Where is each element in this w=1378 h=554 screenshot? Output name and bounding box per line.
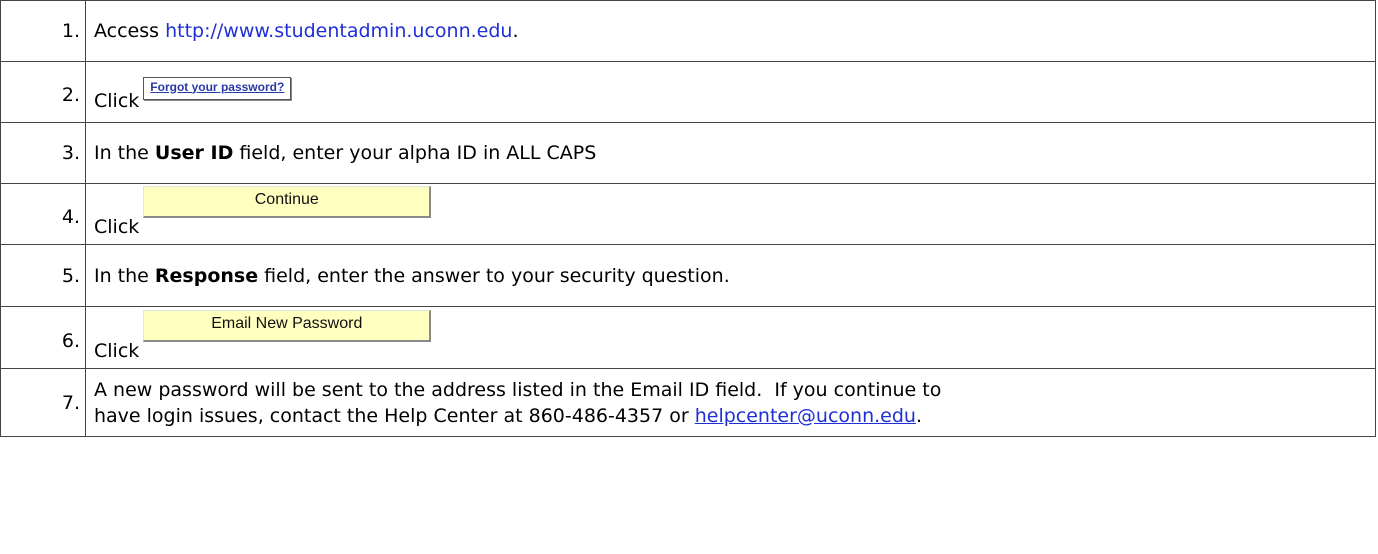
response-field-name: Response [154,264,259,287]
period: . [915,404,922,427]
step-content: Access http://www.studentadmin.uconn.edu… [85,0,1376,62]
studentadmin-link[interactable]: http://www.studentadmin.uconn.edu [165,20,512,42]
step-content: Click Forgot your password? [85,61,1376,123]
step-text-prefix: Access [94,20,166,42]
step-content: Click Email New Password [85,306,1376,369]
step-row-5: 5. In the Response field, enter the answ… [0,244,1376,307]
step-row-4: 4. Click Continue [0,183,1376,245]
email-new-password-button[interactable]: Email New Password [143,309,432,342]
click-label: Click [94,216,140,238]
step-number-text: 4. [61,206,80,228]
step-text-suffix: . [512,20,519,42]
step-content: In the Response field, enter the answer … [85,244,1376,307]
click-label: Click [94,339,140,362]
step-text-pre: In the [94,142,155,164]
step-text-pre: In the [94,264,155,287]
step-number: 2. [0,61,86,123]
step-row-7: 7. A new password will be sent to the ad… [0,368,1376,437]
help-text: have login issues, contact the Help Cent… [94,404,695,427]
step-number: 7. [0,368,86,437]
step-row-3: 3. In the User ID field, enter your alph… [0,122,1376,184]
user-id-field-name: User ID [154,142,234,164]
click-label: Click [94,89,140,112]
step-text-line1: A new password will be sent to the addre… [94,378,942,401]
step-number: 1. [0,0,86,62]
step-number-text: 6. [61,329,80,352]
helpcenter-email-link[interactable]: helpcenter@uconn.edu [695,405,916,427]
forgot-password-link-button[interactable]: Forgot your password? [143,76,292,100]
step-text-post: field, enter the answer to your security… [258,264,730,287]
step-content: In the User ID field, enter your alpha I… [85,122,1376,184]
continue-button[interactable]: Continue [143,186,432,218]
step-number: 5. [0,244,86,307]
step-row-2: 2. Click Forgot your password? [0,61,1376,123]
step-content: A new password will be sent to the addre… [85,368,1376,437]
step-number: 3. [0,122,86,184]
step-row-6: 6. Click Email New Password [0,306,1376,369]
step-row-1: 1. Access http://www.studentadmin.uconn.… [0,0,1376,62]
step-number-text: 2. [61,84,80,106]
step-text-post: field, enter your alpha ID in ALL CAPS [233,142,597,164]
step-number: 6. [0,306,86,369]
step-text-line2: have login issues, contact the Help Cent… [94,403,1375,429]
instructions-table: 1. Access http://www.studentadmin.uconn.… [0,0,1376,437]
step-number: 4. [0,183,86,245]
step-content: Click Continue [85,183,1376,245]
